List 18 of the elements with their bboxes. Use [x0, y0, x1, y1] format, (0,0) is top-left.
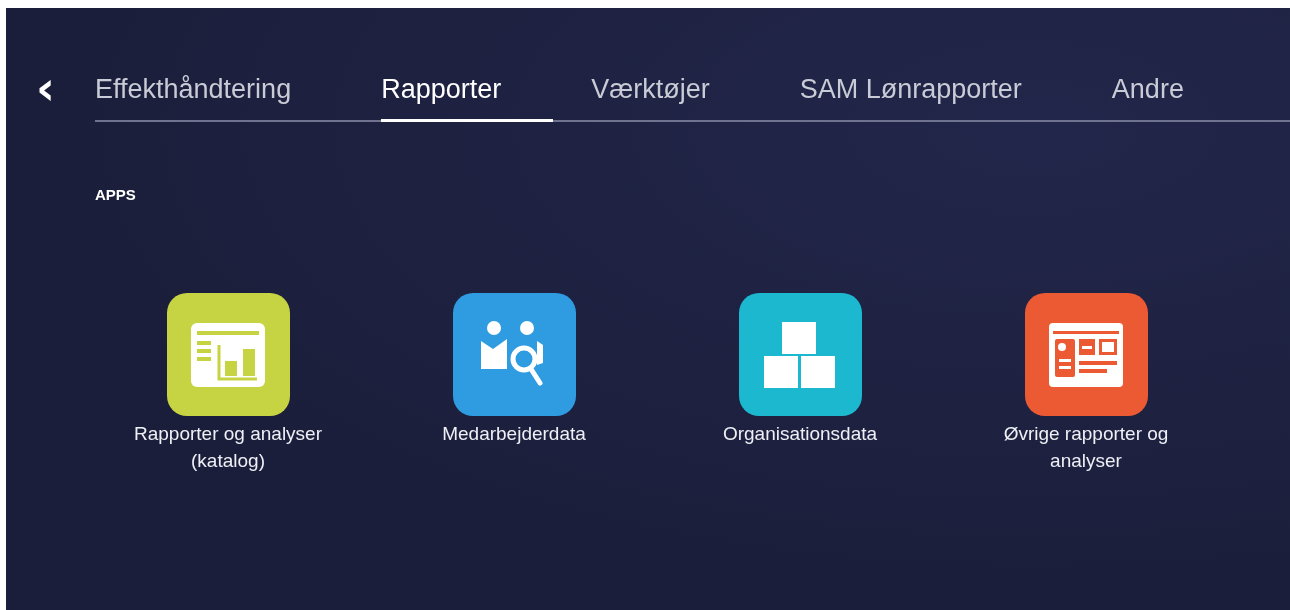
app-label[interactable]: Organisationsdata	[700, 420, 900, 447]
nav-tab[interactable]: Andre	[1111, 68, 1184, 122]
blocks-icon	[764, 321, 836, 388]
app-label[interactable]: Rapporter og analyser (katalog)	[128, 420, 328, 474]
app-tile[interactable]	[166, 293, 290, 416]
app-label[interactable]: Medarbejderdata	[414, 420, 614, 447]
back-button[interactable]: ‹	[6, 68, 95, 108]
nav-tab[interactable]: Værktøjer	[591, 68, 762, 122]
nav-tab[interactable]: Effekthåndtering	[95, 68, 344, 122]
nav-tab[interactable]: SAM Lønrapporter	[799, 68, 1074, 122]
app-tile[interactable]	[1024, 293, 1148, 416]
app-tile[interactable]	[738, 293, 862, 416]
app-tile[interactable]	[452, 293, 576, 416]
nav-tab[interactable]: Rapporter	[381, 68, 554, 122]
section-heading: APPS	[95, 186, 137, 203]
report-icon	[191, 322, 265, 387]
dashboard-icon	[1049, 322, 1123, 387]
app-label[interactable]: Øvrige rapporter og analyser	[986, 420, 1186, 474]
